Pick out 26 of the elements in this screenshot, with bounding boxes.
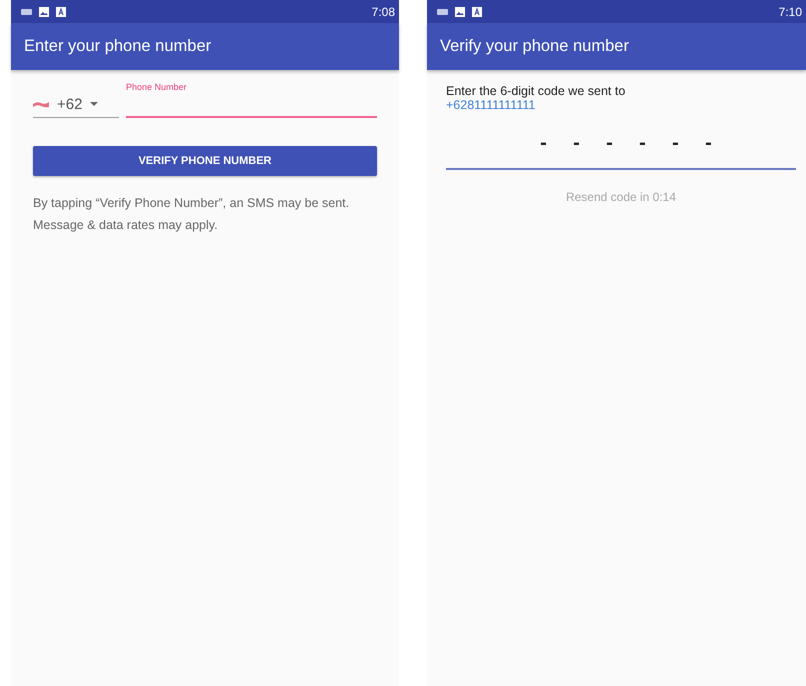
phone-number-field[interactable]: Phone Number bbox=[126, 82, 377, 118]
image-icon bbox=[39, 6, 49, 16]
code-field[interactable]: - - - - - - bbox=[446, 132, 796, 170]
phone-number-link[interactable]: +6281111111111 bbox=[446, 98, 796, 112]
disclaimer-text: By tapping “Verify Phone Number”, an SMS may be sent. Message & data rates may apply. bbox=[33, 195, 350, 234]
image-icon bbox=[455, 6, 465, 16]
code-slot: - bbox=[538, 132, 550, 168]
prompt-text: Enter the 6-digit code we sent to bbox=[446, 84, 626, 98]
status-time: 7:10 bbox=[778, 4, 802, 18]
verify-button[interactable]: VERIFY PHONE NUMBER bbox=[33, 146, 377, 176]
flag-icon bbox=[33, 100, 49, 108]
letter-a-icon bbox=[56, 6, 66, 16]
app-bar-title: Enter your phone number bbox=[24, 37, 212, 56]
code-slot: - bbox=[670, 132, 682, 168]
code-slot: - bbox=[570, 132, 582, 168]
code-slot: - bbox=[636, 132, 648, 168]
keyboard-icon bbox=[21, 8, 32, 14]
code-slot: - bbox=[604, 132, 616, 168]
dropdown-caret-icon bbox=[90, 102, 98, 106]
code-slot: - bbox=[702, 132, 714, 168]
app-bar-title: Verify your phone number bbox=[440, 37, 629, 56]
country-code-selector[interactable]: +62 bbox=[33, 91, 119, 118]
status-time: 7:08 bbox=[372, 4, 395, 18]
resend-code-text: Resend code in 0:14 bbox=[566, 190, 676, 204]
letter-a-icon bbox=[472, 6, 482, 16]
keyboard-icon bbox=[437, 8, 448, 14]
